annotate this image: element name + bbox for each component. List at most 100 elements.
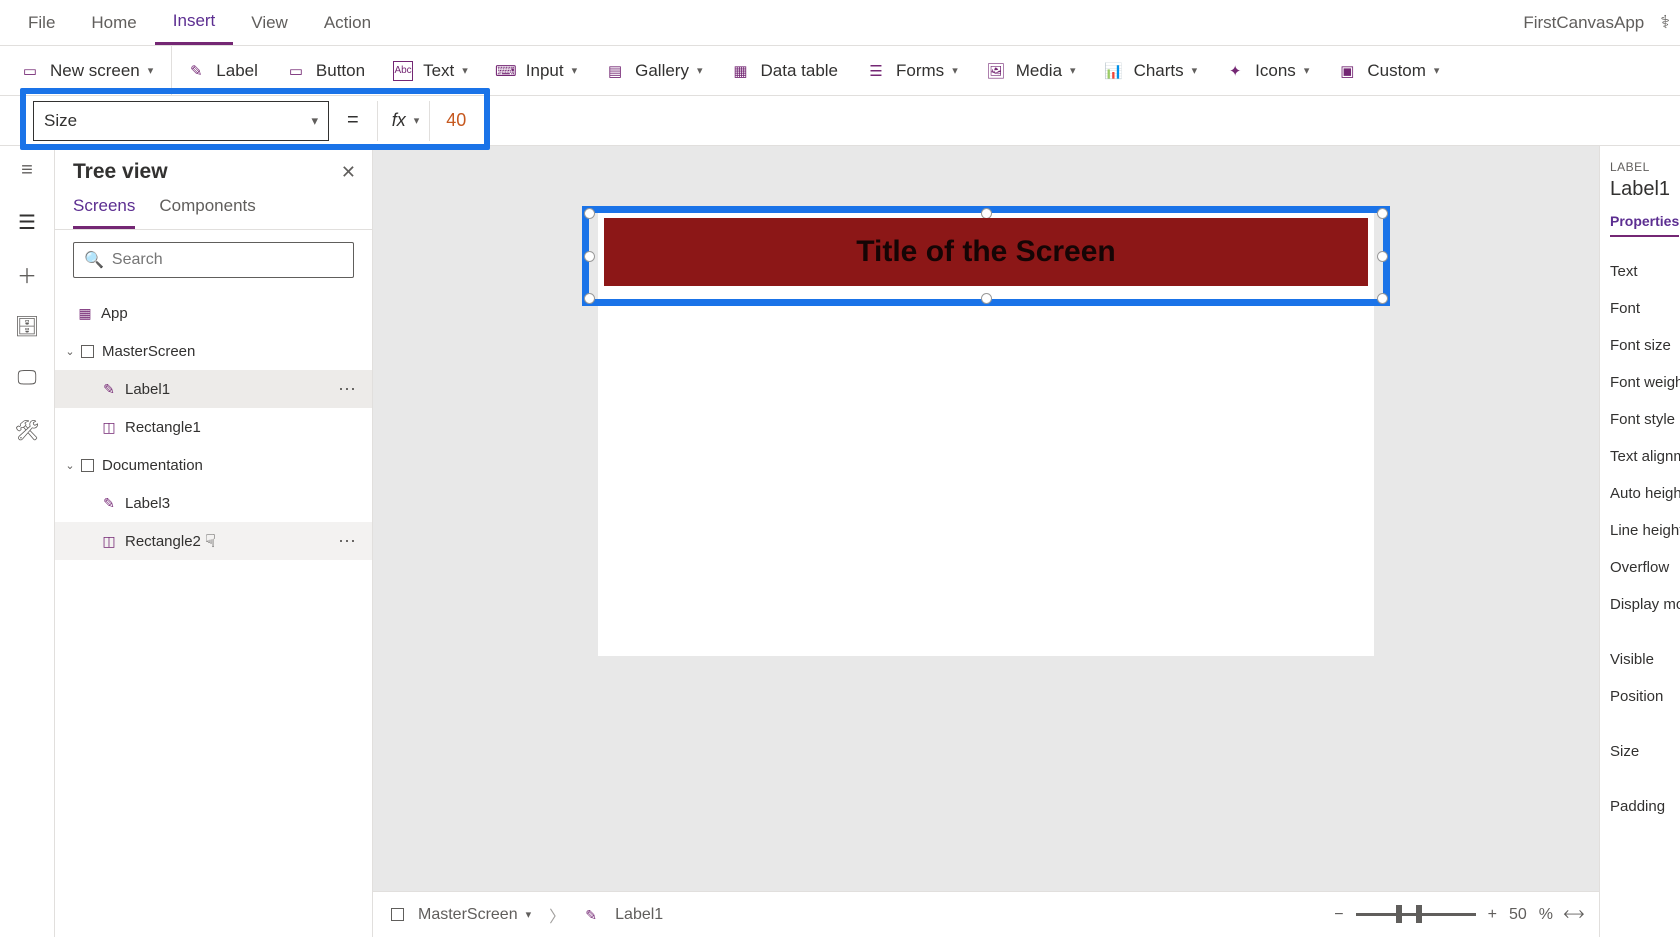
tab-properties[interactable]: Properties — [1610, 213, 1679, 237]
chevron-down-icon[interactable]: ⌄ — [63, 459, 77, 472]
prop-font-size[interactable]: Font size — [1610, 327, 1680, 364]
prop-padding[interactable]: Padding — [1610, 788, 1680, 825]
insert-media-button[interactable]: 🖼Media▾ — [972, 46, 1090, 95]
resize-handle[interactable] — [1377, 251, 1388, 262]
chevron-down-icon[interactable]: ⌄ — [63, 345, 77, 358]
gallery-icon: ▤ — [605, 61, 625, 81]
label-icon: ✎ — [101, 381, 117, 397]
tree-item-label3[interactable]: ✎ Label3 — [55, 484, 372, 522]
insert-custom-button[interactable]: ▣Custom▾ — [1323, 46, 1453, 95]
label-icon: ✎ — [186, 61, 206, 81]
rail-media-icon[interactable]: 🖵 — [15, 366, 39, 390]
icons-icon: ✦ — [1225, 61, 1245, 81]
canvas-label1[interactable]: Title of the Screen — [604, 218, 1368, 286]
menu-insert[interactable]: Insert — [155, 0, 234, 45]
tree-view-panel: Tree view ✕ Screens Components 🔍 ▦ App ⌄… — [55, 146, 373, 937]
tree-item-rectangle2[interactable]: ◫ Rectangle2 ☟ ⋯ — [55, 522, 372, 560]
tab-screens[interactable]: Screens — [73, 196, 135, 229]
insert-button-button[interactable]: ▭Button — [272, 46, 379, 95]
insert-label-button[interactable]: ✎Label — [172, 46, 272, 95]
resize-handle[interactable] — [1377, 208, 1388, 219]
formula-value[interactable]: 40 — [429, 101, 482, 141]
prop-display-mode[interactable]: Display mode — [1610, 586, 1680, 623]
fit-icon[interactable]: ⤢ — [1559, 901, 1587, 929]
menu-file[interactable]: File — [10, 0, 73, 45]
resize-handle[interactable] — [981, 293, 992, 304]
top-menu-bar: File Home Insert View Action FirstCanvas… — [0, 0, 1680, 46]
screen-preview[interactable]: Title of the Screen — [598, 206, 1374, 656]
media-icon: 🖼 — [986, 61, 1006, 81]
prop-position[interactable]: Position — [1610, 678, 1680, 715]
label-icon: ✎ — [583, 907, 599, 923]
prop-visible[interactable]: Visible — [1610, 641, 1680, 678]
search-input[interactable] — [112, 251, 343, 269]
insert-icons-button[interactable]: ✦Icons▾ — [1211, 46, 1323, 95]
resize-handle[interactable] — [1377, 293, 1388, 304]
app-name: FirstCanvasApp — [1523, 13, 1644, 33]
tree-item-masterscreen[interactable]: ⌄ MasterScreen — [55, 332, 372, 370]
prop-text-align[interactable]: Text alignment — [1610, 438, 1680, 475]
resize-handle[interactable] — [584, 208, 595, 219]
insert-text-button[interactable]: AbcText▾ — [379, 46, 482, 95]
insert-input-button[interactable]: ⌨Input▾ — [482, 46, 591, 95]
screen-icon — [391, 908, 404, 921]
button-icon: ▭ — [286, 61, 306, 81]
tray-screen-selector[interactable]: MasterScreen ▾ — [391, 906, 531, 924]
fx-icon[interactable]: fx — [378, 110, 414, 131]
tree-item-app[interactable]: ▦ App — [55, 294, 372, 332]
prop-font[interactable]: Font — [1610, 290, 1680, 327]
tree-item-rectangle1[interactable]: ◫ Rectangle1 — [55, 408, 372, 446]
more-icon[interactable]: ⋯ — [338, 379, 358, 400]
close-icon[interactable]: ✕ — [341, 162, 356, 183]
rail-data-icon[interactable]: 🗄 — [15, 314, 39, 338]
diagnostics-icon[interactable]: ⚕ — [1660, 12, 1670, 33]
left-rail: ≡ ☰ ＋ 🗄 🖵 🛠 — [0, 146, 55, 937]
prop-element-name: Label1 — [1610, 178, 1680, 201]
zoom-slider[interactable] — [1356, 913, 1476, 916]
prop-size[interactable]: Size — [1610, 733, 1680, 770]
prop-overflow[interactable]: Overflow — [1610, 549, 1680, 586]
breadcrumb-separator: 〉 — [549, 903, 565, 927]
canvas-label1-text: Title of the Screen — [856, 235, 1116, 269]
prop-line-height[interactable]: Line height — [1610, 512, 1680, 549]
tree-view-title: Tree view — [73, 160, 168, 184]
tree-item-documentation[interactable]: ⌄ Documentation — [55, 446, 372, 484]
text-icon: Abc — [393, 61, 413, 81]
rail-treeview-icon[interactable]: ☰ — [15, 210, 39, 234]
resize-handle[interactable] — [584, 251, 595, 262]
prop-text[interactable]: Text — [1610, 253, 1680, 290]
insert-charts-button[interactable]: 📊Charts▾ — [1090, 46, 1212, 95]
menu-view[interactable]: View — [233, 0, 306, 45]
zoom-out-button[interactable]: − — [1334, 906, 1343, 924]
insert-datatable-button[interactable]: ▦Data table — [717, 46, 853, 95]
custom-icon: ▣ — [1337, 61, 1357, 81]
rectangle-icon: ◫ — [101, 533, 117, 549]
equals-label: = — [329, 109, 377, 132]
menu-home[interactable]: Home — [73, 0, 154, 45]
rail-add-icon[interactable]: ＋ — [15, 262, 39, 286]
new-screen-button[interactable]: ▭ New screen▾ — [6, 46, 172, 95]
rectangle-icon: ◫ — [101, 419, 117, 435]
tree-search[interactable]: 🔍 — [73, 242, 354, 278]
insert-forms-button[interactable]: ☰Forms▾ — [852, 46, 972, 95]
rail-hamburger-icon[interactable]: ≡ — [15, 158, 39, 182]
menu-action[interactable]: Action — [306, 0, 389, 45]
ribbon-bar: ▭ New screen▾ ✎Label ▭Button AbcText▾ ⌨I… — [0, 46, 1680, 96]
prop-font-style[interactable]: Font style — [1610, 401, 1680, 438]
tray-element[interactable]: ✎ Label1 — [583, 906, 663, 924]
insert-gallery-button[interactable]: ▤Gallery▾ — [591, 46, 716, 95]
label-icon: ✎ — [101, 495, 117, 511]
tab-components[interactable]: Components — [159, 196, 255, 229]
prop-font-weight[interactable]: Font weight — [1610, 364, 1680, 401]
rail-tools-icon[interactable]: 🛠 — [15, 418, 39, 442]
canvas-tray: MasterScreen ▾ 〉 ✎ Label1 − + 50 % ⤢ — [373, 891, 1599, 937]
resize-handle[interactable] — [584, 293, 595, 304]
tree-item-label1[interactable]: ✎ Label1 ⋯ — [55, 370, 372, 408]
zoom-in-button[interactable]: + — [1488, 906, 1497, 924]
property-selector[interactable]: Size▾ — [33, 101, 329, 141]
screen-icon: ▭ — [20, 61, 40, 81]
formula-input[interactable] — [486, 101, 1680, 141]
input-icon: ⌨ — [496, 61, 516, 81]
prop-auto-height[interactable]: Auto height — [1610, 475, 1680, 512]
more-icon[interactable]: ⋯ — [338, 531, 358, 552]
